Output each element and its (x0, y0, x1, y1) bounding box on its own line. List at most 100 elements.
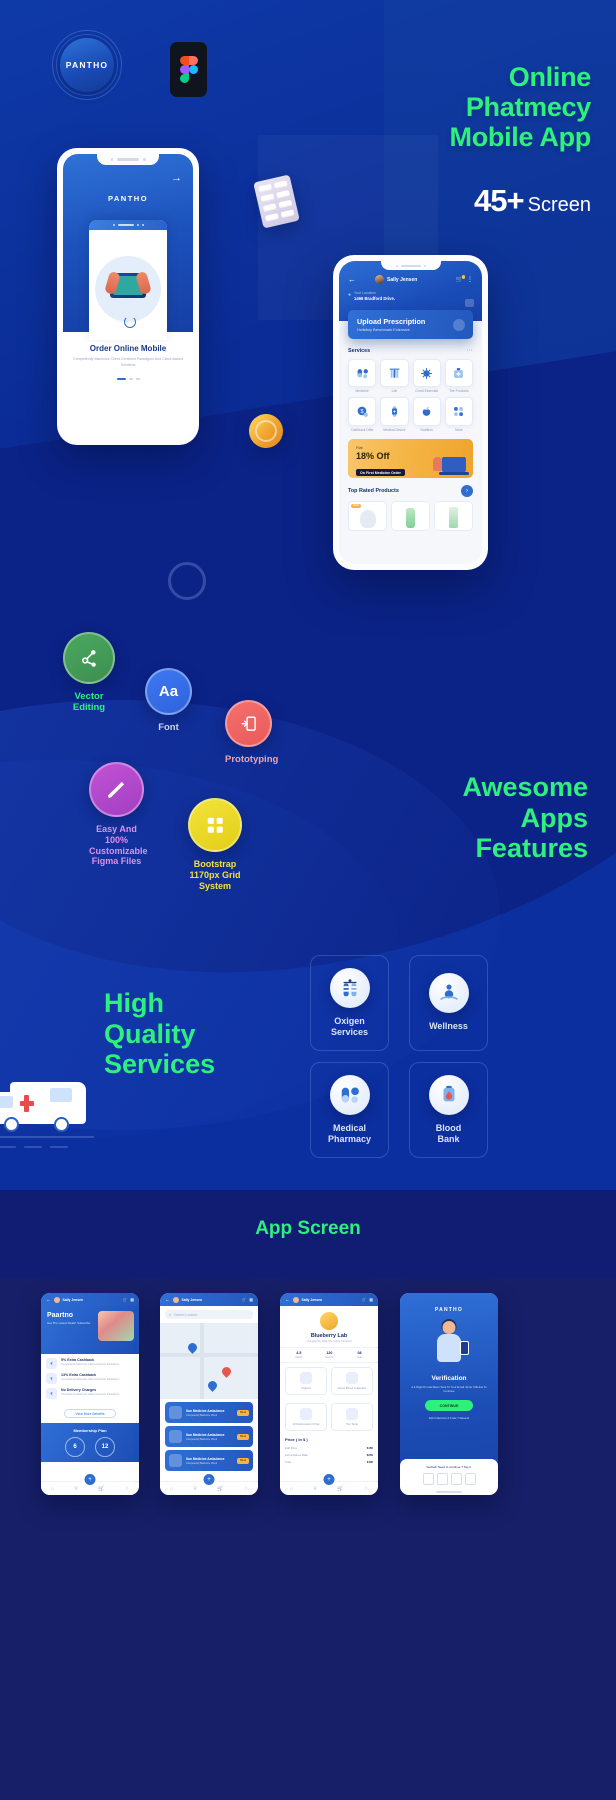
grid-icon[interactable]: ▦ (369, 1297, 373, 1302)
plan-option[interactable]: 6 (65, 1437, 85, 1457)
ambulance-illustration (0, 1062, 102, 1152)
service-card-oxygen[interactable]: Oxigen Services (310, 955, 389, 1051)
chevron-right-icon[interactable]: › (461, 484, 473, 497)
cart-icon[interactable]: 🛒 (456, 275, 466, 283)
location-block[interactable]: ● Your Location 1466 Bradford Drive. (348, 291, 473, 301)
home-icon[interactable]: ⌂ (290, 1486, 293, 1492)
feature-bootstrap-grid[interactable]: Bootstrap 1170px Grid System (188, 798, 242, 891)
feature-label: Bootstrap 1170px Grid System (189, 859, 241, 891)
product-card[interactable]: NEW (348, 500, 387, 531)
service-card-wellness[interactable]: Wellness (409, 955, 488, 1051)
lab-feature-card[interactable]: Highest (285, 1367, 327, 1395)
cart-icon[interactable]: 🛒 (217, 1486, 223, 1492)
hero-title-line3: Mobile App (449, 122, 592, 153)
lab-logo (320, 1312, 338, 1330)
map-pin-icon[interactable] (220, 1365, 233, 1378)
service-item[interactable]: $ Cashback Offer (348, 397, 377, 432)
lab-sub-card[interactable]: Top Tests (331, 1403, 373, 1431)
profile-icon[interactable]: ☃ (243, 1486, 247, 1492)
product-card[interactable] (391, 500, 430, 531)
product-card[interactable] (434, 500, 473, 531)
map-pin-icon[interactable] (186, 1341, 199, 1354)
service-item[interactable]: Medicine (348, 359, 377, 393)
more-vertical-icon[interactable]: ⋮ (467, 276, 473, 283)
otp-digit-input[interactable] (464, 1473, 476, 1485)
book-button[interactable]: Book (237, 1457, 249, 1464)
cart-icon[interactable]: 🛒 (123, 1297, 128, 1302)
service-item[interactable]: More (444, 397, 473, 432)
profile-icon[interactable]: ☃ (124, 1486, 128, 1492)
app-screen-verification[interactable]: PANTHO Verification A 4-Digit Pin Has Be… (400, 1293, 498, 1495)
grid-icon[interactable] (465, 299, 474, 307)
lab-feature-cards: Highest Home Blood Collection (280, 1363, 378, 1399)
arrow-left-icon[interactable]: ← (348, 275, 356, 284)
continue-button[interactable]: CONTINUE (425, 1400, 473, 1412)
service-card-pharmacy[interactable]: Medical Pharmacy (310, 1062, 389, 1158)
book-button[interactable]: Book (237, 1409, 249, 1416)
plus-icon[interactable]: + (201, 1472, 217, 1487)
search-icon[interactable]: ⚲ (193, 1486, 197, 1492)
feature-prototyping[interactable]: Prototyping (225, 700, 278, 765)
book-button[interactable]: Book (237, 1433, 249, 1440)
arrow-left-icon[interactable]: ← (285, 1297, 290, 1302)
screens-count: 45+ (474, 183, 525, 218)
map-pin-icon[interactable] (206, 1379, 219, 1392)
app-screen-offers[interactable]: ← Sally Jensen 🛒 ▦ Paartno Get The Latest… (41, 1293, 139, 1495)
logo-core: PANTHO (60, 38, 114, 92)
service-item[interactable]: The Products (444, 359, 473, 393)
benefit-row[interactable]: ₹ 13% Extra Cashback Competently Maximiz… (46, 1373, 134, 1384)
otp-digit-input[interactable] (436, 1473, 448, 1485)
search-icon[interactable]: ⚲ (313, 1486, 317, 1492)
resend-code-link[interactable]: Didn't Receive A Code ? Resend (407, 1416, 491, 1420)
ambulance-card[interactable]: Sun Medicine Ambulance Competently Maxim… (165, 1402, 253, 1423)
feature-font[interactable]: Aa Font (145, 668, 192, 733)
plus-icon[interactable]: + (82, 1472, 98, 1487)
ambulance-card[interactable]: Sun Medicine Ambulance Competently Maxim… (165, 1450, 253, 1471)
card-sub: Competently Maximize Client (186, 1413, 217, 1417)
onboarding-pagination[interactable] (73, 377, 183, 380)
feature-customizable-figma[interactable]: Easy And 100% Customizable Figma Files (89, 762, 148, 867)
promo-offer-banner[interactable]: Flat 18% Off On First Medicine Order (348, 438, 473, 478)
plan-option[interactable]: 12 (95, 1437, 115, 1457)
service-card-blood-bank[interactable]: Blood Bank (409, 1062, 488, 1158)
service-item[interactable]: Nutrition (412, 397, 441, 432)
arrow-left-icon[interactable]: ← (165, 1297, 170, 1302)
home-icon[interactable]: ⌂ (51, 1486, 54, 1492)
lab-sub-card[interactable]: 100 Estimated of Pak (285, 1403, 327, 1431)
arrow-right-icon[interactable]: → (171, 172, 182, 184)
search-icon[interactable]: ⚲ (74, 1486, 78, 1492)
cart-icon[interactable]: 🛒 (362, 1297, 367, 1302)
service-item[interactable]: Covid Essential (412, 359, 441, 393)
cart-icon[interactable]: 🛒 (98, 1486, 104, 1492)
benefit-sub: Competently Maximize Client-Centered Par… (61, 1378, 120, 1381)
feature-vector-editing[interactable]: Vector Editing (63, 632, 115, 714)
cart-icon[interactable]: 🛒 (242, 1297, 247, 1302)
upload-prescription-card[interactable]: Upload Prescription Holisticly Benchmark… (348, 310, 473, 339)
ambulance-card[interactable]: Sun Medicine Ambulance Competently Maxim… (165, 1426, 253, 1447)
view-more-benefits-button[interactable]: View More Benefits (64, 1409, 116, 1418)
pen-tool-icon (63, 632, 115, 684)
user-chip[interactable]: Sally Jensen (375, 275, 417, 284)
profile-icon[interactable]: ☃ (363, 1486, 367, 1492)
map-view[interactable] (160, 1323, 258, 1399)
search-location-input[interactable]: ⚲ Search Location (165, 1310, 253, 1319)
service-item[interactable]: Medical Device (380, 397, 409, 432)
cart-icon[interactable]: 🛒 (337, 1486, 343, 1492)
benefit-row[interactable]: ₹ No Delivery Charges Competently Maximi… (46, 1388, 134, 1399)
otp-digit-input[interactable] (422, 1473, 434, 1485)
service-label: Nutrition (420, 427, 433, 432)
plus-icon[interactable]: + (321, 1472, 337, 1487)
arrow-left-icon[interactable]: ← (46, 1297, 51, 1302)
grid-icon[interactable]: ▦ (249, 1297, 253, 1302)
lab-feature-card[interactable]: Home Blood Collection (331, 1367, 373, 1395)
app-screen-map[interactable]: ← Sally Jensen 🛒 ▦ ⚲ Search Location Sun … (160, 1293, 258, 1495)
lab-stats: 4.5 Rating 120 Reports 08 Years (280, 1347, 378, 1363)
home-icon[interactable]: ⌂ (170, 1486, 173, 1492)
price-row: Half Price $156 (285, 1445, 373, 1450)
app-screen-lab-detail[interactable]: ← Sally Jensen 🛒 ▦ Blueberry Lab Competen… (280, 1293, 378, 1495)
more-dots-icon[interactable]: ⋯ (467, 347, 474, 354)
benefit-row[interactable]: ₹ 5% Extra Cashback Competently Maximize… (46, 1358, 134, 1369)
otp-digit-input[interactable] (450, 1473, 462, 1485)
service-item[interactable]: Lab (380, 359, 409, 393)
grid-icon[interactable]: ▦ (130, 1297, 134, 1302)
